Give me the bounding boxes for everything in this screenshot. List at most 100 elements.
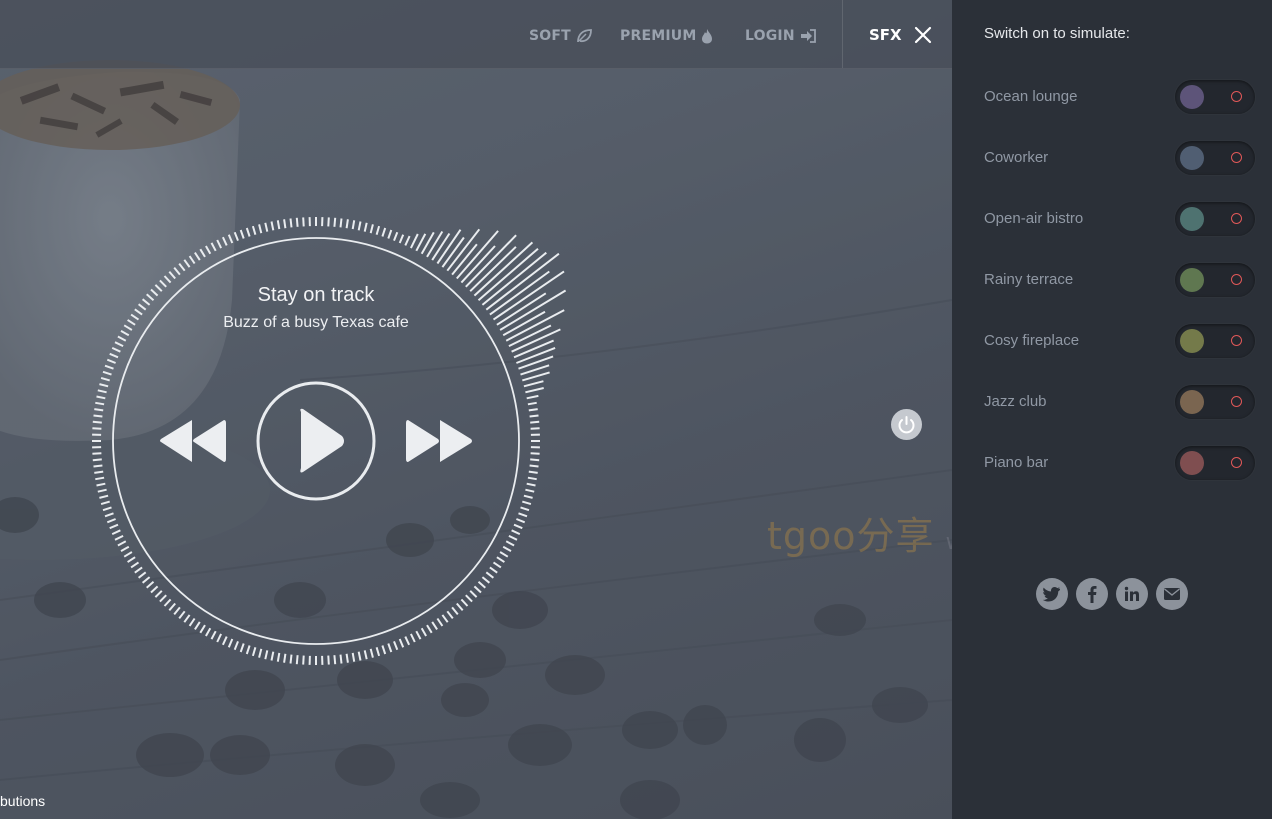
- visualizer-tick: [460, 245, 496, 284]
- visualizer-tick: [393, 231, 399, 241]
- visualizer-tick: [92, 458, 102, 462]
- visualizer-tick: [522, 500, 532, 506]
- visualizer-tick: [205, 245, 212, 255]
- visualizer-tick: [410, 233, 419, 249]
- visualizer-tick: [357, 221, 362, 231]
- visualizer-tick: [276, 220, 281, 230]
- ambience-toggle[interactable]: [1175, 141, 1255, 175]
- ambience-row-open-air-bistro: Open-air bistro: [952, 200, 1272, 240]
- rewind-icon[interactable]: [160, 420, 226, 462]
- visualizer-tick: [363, 650, 368, 660]
- visualizer-tick: [245, 227, 251, 237]
- visualizer-tick: [357, 651, 362, 661]
- visualizer-tick: [530, 427, 540, 430]
- visualizer-tick: [183, 614, 191, 623]
- ambience-label: Jazz club: [984, 393, 1047, 410]
- off-indicator-icon: [1231, 213, 1242, 224]
- visualizer-tick: [489, 270, 550, 316]
- visualizer-tick: [508, 534, 518, 541]
- visualizer-tick: [302, 655, 305, 665]
- visualizer-tick: [97, 389, 107, 394]
- visualizer-tick: [528, 408, 538, 412]
- ambience-toggle[interactable]: [1175, 324, 1255, 358]
- visualizer-tick: [473, 585, 482, 594]
- visualizer-tick: [516, 346, 556, 364]
- play-icon[interactable]: [300, 408, 344, 473]
- visualizer-tick: [100, 500, 110, 506]
- visualizer-tick: [518, 355, 554, 370]
- visualizer-tick: [351, 220, 356, 230]
- visualizer-tick: [154, 590, 163, 598]
- visualizer-tick: [339, 654, 343, 664]
- visualizer-tick: [496, 556, 505, 563]
- visualizer-tick: [178, 610, 186, 620]
- visualizer-tick: [134, 308, 143, 316]
- visualizer-tick: [130, 561, 140, 569]
- twitter-icon[interactable]: [1036, 578, 1068, 610]
- visualizer-tick: [199, 624, 206, 634]
- visualizer-tick: [526, 482, 536, 487]
- visualizer-tick: [173, 606, 181, 616]
- ambience-row-jazz-club: Jazz club: [952, 383, 1272, 423]
- visualizer-tick: [516, 518, 526, 524]
- visualizer-tick: [188, 617, 196, 627]
- linkedin-icon[interactable]: [1116, 578, 1148, 610]
- ambience-label: Piano bar: [984, 454, 1049, 471]
- off-indicator-icon: [1231, 335, 1242, 346]
- fast-forward-icon[interactable]: [406, 420, 472, 462]
- ambience-label: Cosy fireplace: [984, 332, 1080, 349]
- visualizer-tick: [168, 602, 176, 611]
- visualizer-tick: [333, 655, 337, 665]
- visualizer-tick: [102, 370, 112, 376]
- visualizer-tick: [529, 464, 539, 468]
- visualizer-tick: [134, 566, 143, 574]
- visualizer-tick: [496, 292, 547, 326]
- visualizer-tick: [95, 476, 105, 481]
- visualizer-tick: [527, 401, 537, 406]
- visualizer-tick: [289, 218, 293, 228]
- visualizer-tick: [327, 217, 330, 227]
- visualizer-tick: [227, 638, 234, 648]
- visualizer-tick: [530, 420, 540, 424]
- panel-heading: Switch on to simulate:: [984, 25, 1130, 42]
- email-icon[interactable]: [1156, 578, 1188, 610]
- credits-link[interactable]: butions: [0, 793, 45, 809]
- visualizer-tick: [351, 652, 356, 662]
- visualizer-tick: [104, 512, 114, 518]
- visualizer-tick: [441, 614, 449, 623]
- visualizer-tick: [92, 427, 102, 430]
- visualizer-tick: [137, 571, 147, 579]
- visualizer-tick: [94, 408, 104, 412]
- visualizer-tick: [529, 414, 539, 418]
- visualizer-tick: [426, 624, 433, 634]
- off-indicator-icon: [1231, 396, 1242, 407]
- power-button[interactable]: [891, 409, 922, 440]
- facebook-icon[interactable]: [1076, 578, 1108, 610]
- ambience-toggle[interactable]: [1175, 385, 1255, 419]
- ambience-row-ocean-lounge: Ocean lounge: [952, 78, 1272, 118]
- visualizer-tick: [465, 234, 517, 288]
- visualizer-tick: [106, 518, 116, 524]
- visualizer-tick: [525, 387, 544, 394]
- visualizer-tick: [404, 235, 411, 246]
- off-indicator-icon: [1231, 152, 1242, 163]
- toggle-knob: [1180, 85, 1204, 109]
- ambience-toggle[interactable]: [1175, 446, 1255, 480]
- ambience-toggle[interactable]: [1175, 80, 1255, 114]
- visualizer-tick: [333, 217, 337, 227]
- visualizer-tick: [96, 482, 106, 487]
- visualizer-tick: [111, 346, 121, 353]
- ambience-toggle[interactable]: [1175, 263, 1255, 297]
- visualizer-tick: [525, 488, 535, 493]
- visualizer-tick: [446, 610, 454, 620]
- ambience-label: Coworker: [984, 149, 1049, 166]
- visualizer-tick: [283, 219, 287, 229]
- visualizer-tick: [163, 598, 172, 607]
- visualizer-tick: [117, 335, 127, 342]
- visualizer-tick: [530, 452, 540, 455]
- player-visualizer: [92, 217, 567, 665]
- ambience-toggle[interactable]: [1175, 202, 1255, 236]
- visualizer-tick: [95, 401, 105, 406]
- visualizer-tick: [485, 571, 495, 579]
- visualizer-tick: [258, 648, 263, 658]
